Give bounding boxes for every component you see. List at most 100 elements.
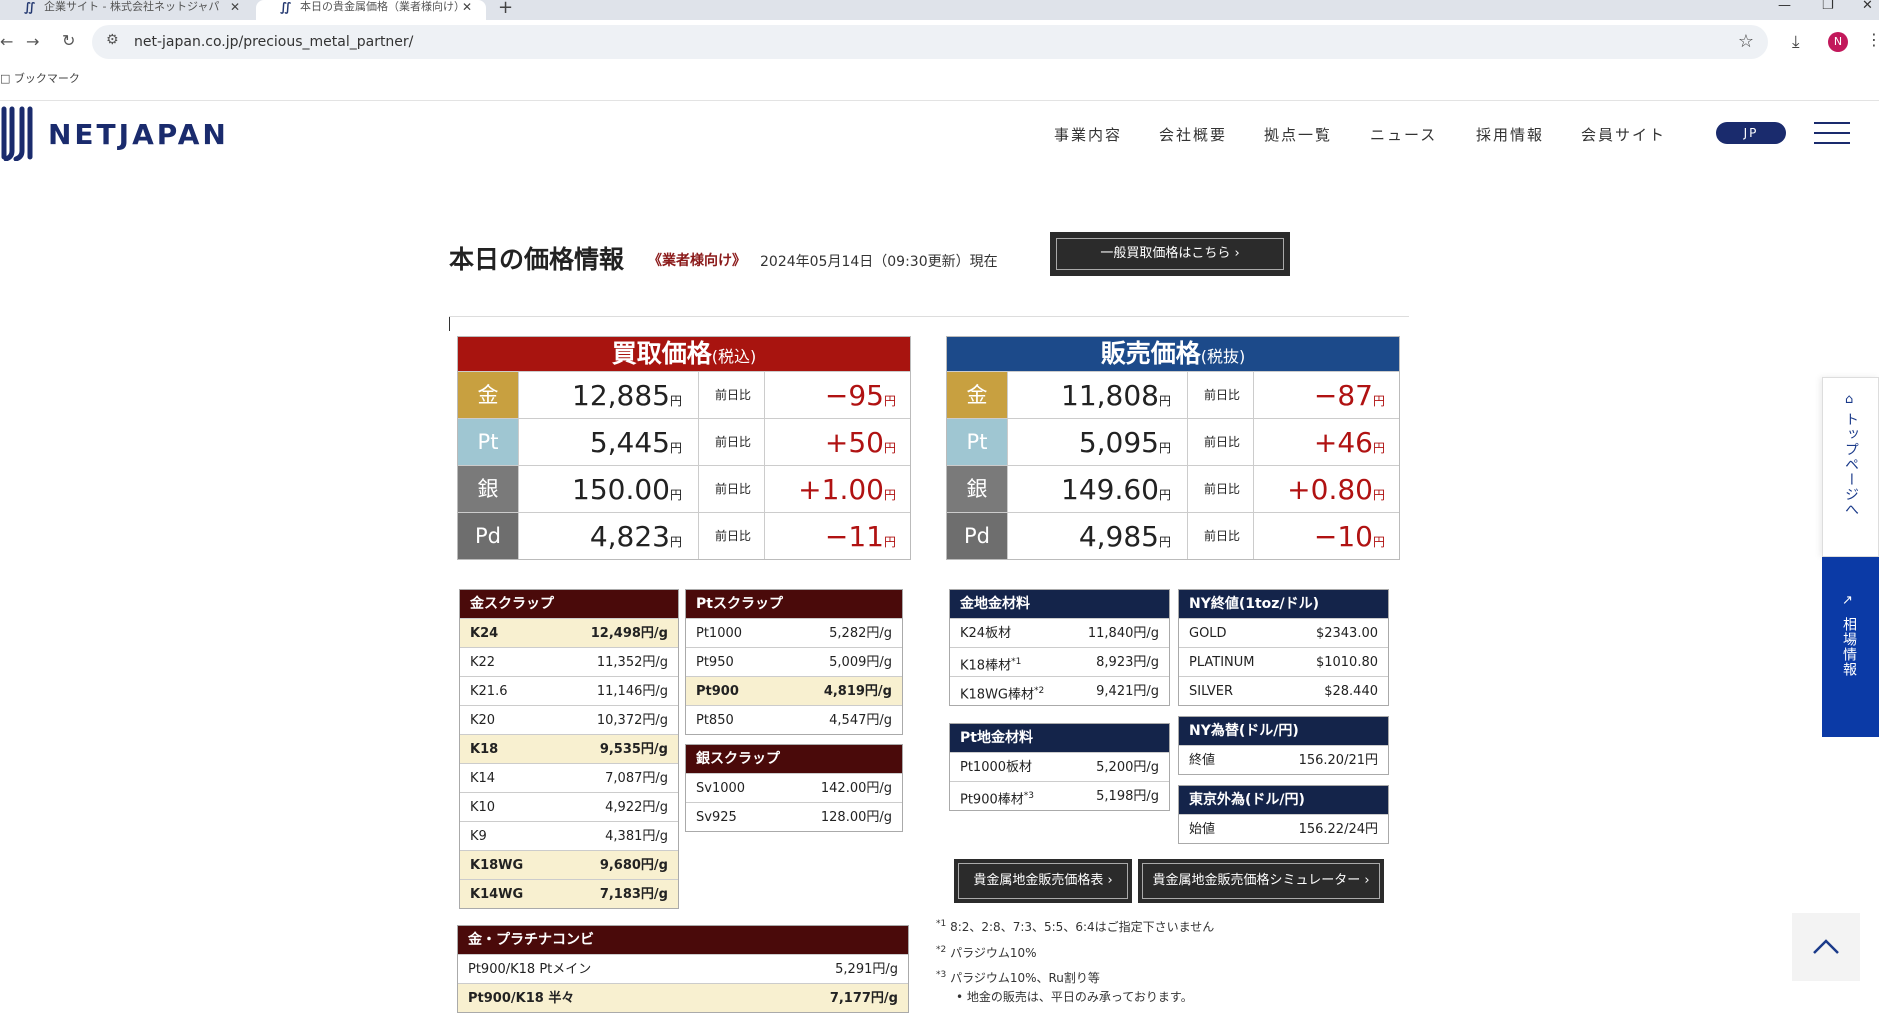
row-value: 4,819円/g: [823, 684, 892, 699]
site-logo-text[interactable]: NETJAPAN: [48, 118, 229, 151]
table-row: K20 10,372円/g: [460, 705, 678, 734]
nav-news[interactable]: ニュース: [1370, 124, 1437, 145]
price-table-button-label: 貴金属地金販売価格表 ›: [958, 863, 1128, 899]
footnote-1: *1 8:2、2:8、7:3、5:5、6:4はご指定下さいません: [936, 919, 1215, 934]
tab-title: 企業サイト - 株式会社ネットジャパ: [44, 0, 220, 13]
row-value: 5,200円/g: [1096, 760, 1159, 775]
price-value: 11,808円: [1007, 372, 1187, 418]
sell-price-header: 販売価格(税抜): [947, 337, 1399, 371]
row-value: $2343.00: [1315, 626, 1378, 641]
nav-member-site[interactable]: 会員サイト: [1581, 124, 1666, 145]
close-window-icon[interactable]: ✕: [1862, 0, 1873, 13]
silver-scrap-table: 銀スクラップ Sv1000 142.00円/g Sv925 128.00円/g: [685, 744, 903, 832]
top-page-side-button[interactable]: ⌂ トップページへ: [1822, 377, 1879, 557]
hamburger-menu-icon[interactable]: [1814, 122, 1850, 144]
sell-price-table: 販売価格(税抜) 金 11,808円 前日比 −87円 Pt 5,095円 前日…: [946, 336, 1400, 560]
price-simulator-button[interactable]: 貴金属地金販売価格シミュレーター ›: [1138, 859, 1384, 903]
row-label: Pt1000: [696, 626, 743, 641]
new-tab-icon[interactable]: +: [498, 0, 513, 18]
table-row: Pt900 4,819円/g: [686, 676, 902, 705]
bookmark-star-icon[interactable]: ☆: [1738, 31, 1754, 52]
row-label: K24板材: [960, 626, 1012, 641]
ny-fx-table: NY為替(ドル/円) 終値 156.20/21円: [1178, 716, 1389, 775]
chrome-divider: [0, 100, 1879, 101]
general-price-button[interactable]: 一般買取価格はこちら ›: [1050, 232, 1290, 276]
language-button[interactable]: JP: [1716, 122, 1786, 144]
browser-tab-active[interactable]: ∬ 本日の貴金属価格（業者様向け） ✕: [256, 0, 486, 20]
tab-title: 本日の貴金属価格（業者様向け）: [300, 0, 465, 13]
table-header: Ptスクラップ: [686, 590, 902, 618]
price-table-button[interactable]: 貴金属地金販売価格表 ›: [954, 859, 1132, 903]
change-value: −87円: [1253, 372, 1401, 418]
scroll-to-top-button[interactable]: [1792, 913, 1860, 981]
row-value: 142.00円/g: [820, 781, 892, 796]
forward-icon[interactable]: →: [26, 32, 39, 51]
market-info-side-button[interactable]: ↗ 相場情報: [1822, 557, 1879, 737]
footnote-mark: *1: [1011, 657, 1022, 667]
row-value: 5,291円/g: [835, 962, 898, 977]
row-value: 5,198円/g: [1096, 789, 1159, 804]
combo-table: 金・プラチナコンビ Pt900/K18 Ptメイン 5,291円/g Pt900/K…: [457, 925, 909, 1013]
nav-locations[interactable]: 拠点一覧: [1264, 124, 1332, 145]
general-price-button-label: 一般買取価格はこちら ›: [1056, 238, 1284, 270]
nav-business[interactable]: 事業内容: [1054, 124, 1122, 145]
minimize-icon[interactable]: —: [1778, 0, 1791, 13]
row-value: 11,840円/g: [1087, 626, 1159, 641]
table-row: 終値 156.20/21円: [1179, 745, 1388, 774]
back-icon[interactable]: ←: [0, 32, 13, 51]
table-row: Sv925 128.00円/g: [686, 802, 902, 831]
buy-tax-note: (税込): [711, 347, 757, 366]
row-label: Pt1000板材: [960, 760, 1033, 775]
change-value: −10円: [1253, 513, 1401, 559]
row-label: Pt850: [696, 713, 734, 728]
reload-icon[interactable]: ↻: [62, 31, 75, 50]
chevron-up-icon: [1813, 939, 1839, 954]
site-favicon-icon: ∬: [280, 0, 292, 14]
row-label: K21.6: [470, 684, 508, 699]
download-icon[interactable]: ⤓: [1792, 32, 1800, 52]
nav-recruit[interactable]: 採用情報: [1476, 124, 1544, 145]
bookmarks-label: ブックマーク: [13, 72, 80, 85]
row-value: 7,087円/g: [605, 771, 668, 786]
metal-label: 金: [947, 372, 1007, 418]
change-label: 前日比: [1187, 466, 1253, 512]
footnote-mark: *2: [1034, 686, 1045, 696]
row-label: K18WG棒材*2: [960, 686, 1045, 703]
close-tab-icon[interactable]: ✕: [462, 0, 472, 14]
nav-company[interactable]: 会社概要: [1159, 124, 1227, 145]
table-header: 金スクラップ: [460, 590, 678, 618]
browser-menu-icon[interactable]: ⋮: [1866, 30, 1879, 49]
table-row: K24板材 11,840円/g: [950, 618, 1169, 647]
change-label: 前日比: [1187, 513, 1253, 559]
metal-label: Pd: [458, 513, 518, 559]
row-label: K10: [470, 800, 496, 815]
row-value: 7,183円/g: [599, 887, 668, 902]
row-label: K14WG: [470, 887, 524, 902]
update-date: 2024年05月14日（09:30更新）現在: [760, 254, 998, 270]
sell-row-platinum: Pt 5,095円 前日比 +46円: [947, 418, 1399, 465]
profile-avatar[interactable]: N: [1828, 32, 1848, 52]
site-favicon-icon: ∬: [24, 0, 36, 14]
bookmarks-bar[interactable]: □ ブックマーク: [0, 70, 80, 86]
browser-tab[interactable]: ∬ 企業サイト - 株式会社ネットジャパ ✕: [0, 0, 254, 20]
sell-price-title: 販売価格: [1100, 339, 1201, 368]
footnote-2: *2 パラジウム10%: [936, 945, 1037, 960]
row-label: Pt900/K18 半々: [468, 991, 575, 1006]
metal-label: Pt: [947, 419, 1007, 465]
row-label: SILVER: [1189, 684, 1234, 699]
row-value: $28.440: [1324, 684, 1378, 699]
address-bar[interactable]: ⚙ net-japan.co.jp/precious_metal_partner…: [92, 25, 1768, 59]
table-row: SILVER $28.440: [1179, 676, 1388, 705]
site-info-icon[interactable]: ⚙: [106, 32, 119, 48]
market-info-label: 相場情報: [1841, 617, 1857, 677]
buy-row-palladium: Pd 4,823円 前日比 −11円: [458, 512, 910, 559]
metal-label: Pt: [458, 419, 518, 465]
row-label: K9: [470, 829, 487, 844]
change-value: +0.80円: [1253, 466, 1401, 512]
maximize-icon[interactable]: ❐: [1822, 0, 1834, 13]
netjapan-logo-icon[interactable]: [0, 105, 36, 161]
row-label: K18WG: [470, 858, 524, 873]
close-tab-icon[interactable]: ✕: [230, 0, 240, 14]
change-label: 前日比: [1187, 372, 1253, 418]
url-text[interactable]: net-japan.co.jp/precious_metal_partner/: [134, 34, 413, 50]
